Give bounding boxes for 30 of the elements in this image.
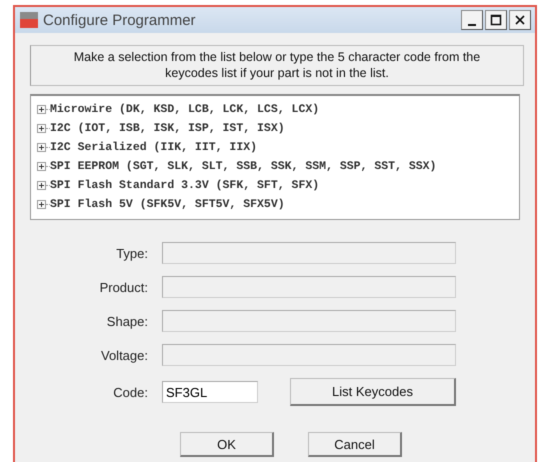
expand-icon[interactable] [37,181,46,190]
expand-icon[interactable] [37,200,46,209]
tree-item[interactable]: SPI Flash 5V (SFK5V, SFT5V, SFX5V) [50,198,285,211]
tree-item[interactable]: Microwire (DK, KSD, LCB, LCK, LCS, LCX) [50,103,320,116]
expand-icon[interactable] [37,105,46,114]
app-icon [19,11,39,29]
close-button[interactable] [509,10,531,30]
tree-item[interactable]: SPI EEPROM (SGT, SLK, SLT, SSB, SSK, SSM, SSP, SST, SSX) [50,160,436,173]
tree-item[interactable]: SPI Flash Standard 3.3V (SFK, SFT, SFX) [50,179,320,192]
maximize-button[interactable] [485,10,507,30]
minimize-button[interactable] [461,10,483,30]
field-label: Shape: [106,314,148,328]
minimize-icon [468,24,476,26]
ok-button[interactable]: OK [180,432,274,457]
maximize-icon [490,14,502,26]
expand-icon[interactable] [37,143,46,152]
close-icon [514,14,526,26]
cancel-button[interactable]: Cancel [308,432,402,457]
field-label: Product: [98,280,148,294]
expand-icon[interactable] [37,162,46,171]
tree-item[interactable]: I2C (IOT, ISB, ISK, ISP, IST, ISX) [50,122,285,135]
window-title: Configure Programmer [43,12,197,28]
code-field[interactable]: SF3GL [162,381,258,403]
field-label: Type: [115,246,148,260]
tree-item[interactable]: I2C Serialized (IIK, IIT, IIX) [50,141,258,154]
instruction-text: Make a selection from the list below or type the 5 character code from the keycodes list if your part is not in the list. [30,45,524,86]
list-keycodes-button[interactable]: List Keycodes [290,378,456,406]
expand-icon[interactable] [37,124,46,133]
field-label: Voltage: [100,348,148,362]
field-label: Code: [112,384,148,400]
